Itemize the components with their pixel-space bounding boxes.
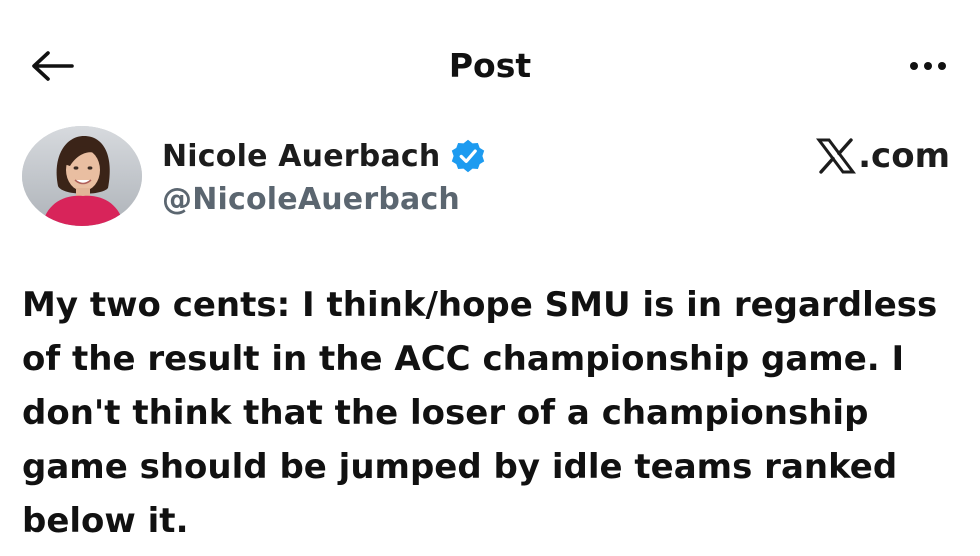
x-logo-icon <box>816 138 857 174</box>
author-handle[interactable]: @NicoleAuerbach <box>162 182 486 217</box>
more-dot <box>924 62 932 70</box>
more-options-button[interactable] <box>900 48 956 84</box>
avatar-image <box>22 126 142 226</box>
author-info: Nicole Auerbach @NicoleAuerbach <box>162 134 486 217</box>
top-bar: Post <box>0 0 980 120</box>
author-name[interactable]: Nicole Auerbach <box>162 139 440 174</box>
author-name-row: Nicole Auerbach <box>162 134 486 178</box>
verified-badge-icon <box>452 139 485 173</box>
avatar[interactable] <box>22 126 142 226</box>
brand-watermark: .com <box>816 134 950 178</box>
page-title: Post <box>448 46 532 85</box>
more-dot <box>938 62 946 70</box>
brand-domain: .com <box>858 136 950 176</box>
tweet-text: My two cents: I think/hope SMU is in reg… <box>22 285 938 541</box>
more-horizontal-icon <box>910 62 918 70</box>
